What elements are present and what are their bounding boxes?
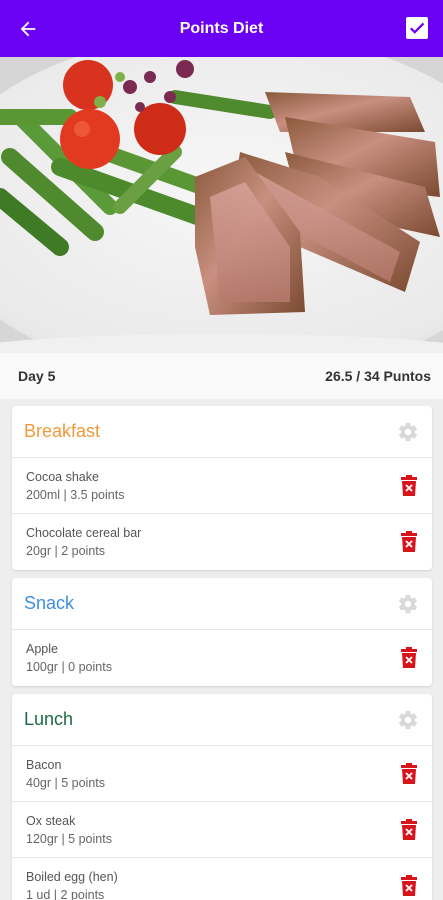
meal-header: Snack [12, 578, 432, 630]
delete-icon[interactable] [400, 647, 418, 669]
delete-icon[interactable] [400, 763, 418, 785]
page-title: Points Diet [179, 19, 264, 37]
meal-title: Snack [24, 593, 75, 613]
food-name: Apple [26, 642, 58, 656]
check-box-icon [410, 22, 425, 34]
delete-icon[interactable] [400, 531, 418, 553]
meal-header: Breakfast [12, 406, 432, 458]
meal-card-snack: Snack Apple 100gr | 0 points [12, 578, 432, 686]
meal-settings-button[interactable] [396, 708, 420, 732]
gear-icon [399, 594, 417, 613]
arrow-left-icon [20, 21, 36, 37]
food-item[interactable]: Boiled egg (hen) 1 ud | 2 points [12, 858, 432, 900]
food-name: Boiled egg (hen) [26, 870, 118, 884]
meal-settings-button[interactable] [396, 592, 420, 616]
food-detail: 200ml | 3.5 points [26, 488, 125, 502]
food-detail: 20gr | 2 points [26, 544, 105, 558]
food-detail: 40gr | 5 points [26, 776, 105, 790]
delete-icon[interactable] [400, 475, 418, 497]
food-name: Ox steak [26, 814, 76, 828]
gear-icon [399, 710, 417, 729]
meal-card-breakfast: Breakfast Cocoa shake 200ml | 3.5 points… [12, 406, 432, 570]
food-item[interactable]: Ox steak 120gr | 5 points [12, 802, 432, 858]
confirm-button[interactable] [406, 17, 428, 39]
points-total: 26.5 / 34 Puntos [325, 368, 431, 384]
food-detail: 120gr | 5 points [26, 832, 112, 846]
meal-settings-button[interactable] [396, 420, 420, 444]
meal-title: Breakfast [24, 421, 101, 441]
meal-title: Lunch [24, 709, 74, 729]
gear-icon [399, 422, 417, 441]
hero-food-photo [0, 57, 443, 353]
food-name: Chocolate cereal bar [26, 526, 142, 540]
app-bar: Points Diet [0, 0, 443, 57]
food-item[interactable]: Chocolate cereal bar 20gr | 2 points [12, 514, 432, 570]
delete-icon[interactable] [400, 819, 418, 841]
back-button[interactable] [14, 15, 42, 43]
meal-card-lunch: Lunch Bacon 40gr | 5 points Ox steak 120… [12, 694, 432, 900]
food-name: Cocoa shake [26, 470, 99, 484]
food-name: Bacon [26, 758, 62, 772]
food-detail: 1 ud | 2 points [26, 888, 105, 900]
food-item[interactable]: Bacon 40gr | 5 points [12, 746, 432, 802]
day-summary-bar: Day 5 26.5 / 34 Puntos [0, 353, 443, 399]
food-item[interactable]: Apple 100gr | 0 points [12, 630, 432, 686]
day-label: Day 5 [18, 368, 56, 384]
delete-icon[interactable] [400, 875, 418, 897]
food-detail: 100gr | 0 points [26, 660, 112, 674]
meal-header: Lunch [12, 694, 432, 746]
food-item[interactable]: Cocoa shake 200ml | 3.5 points [12, 458, 432, 514]
